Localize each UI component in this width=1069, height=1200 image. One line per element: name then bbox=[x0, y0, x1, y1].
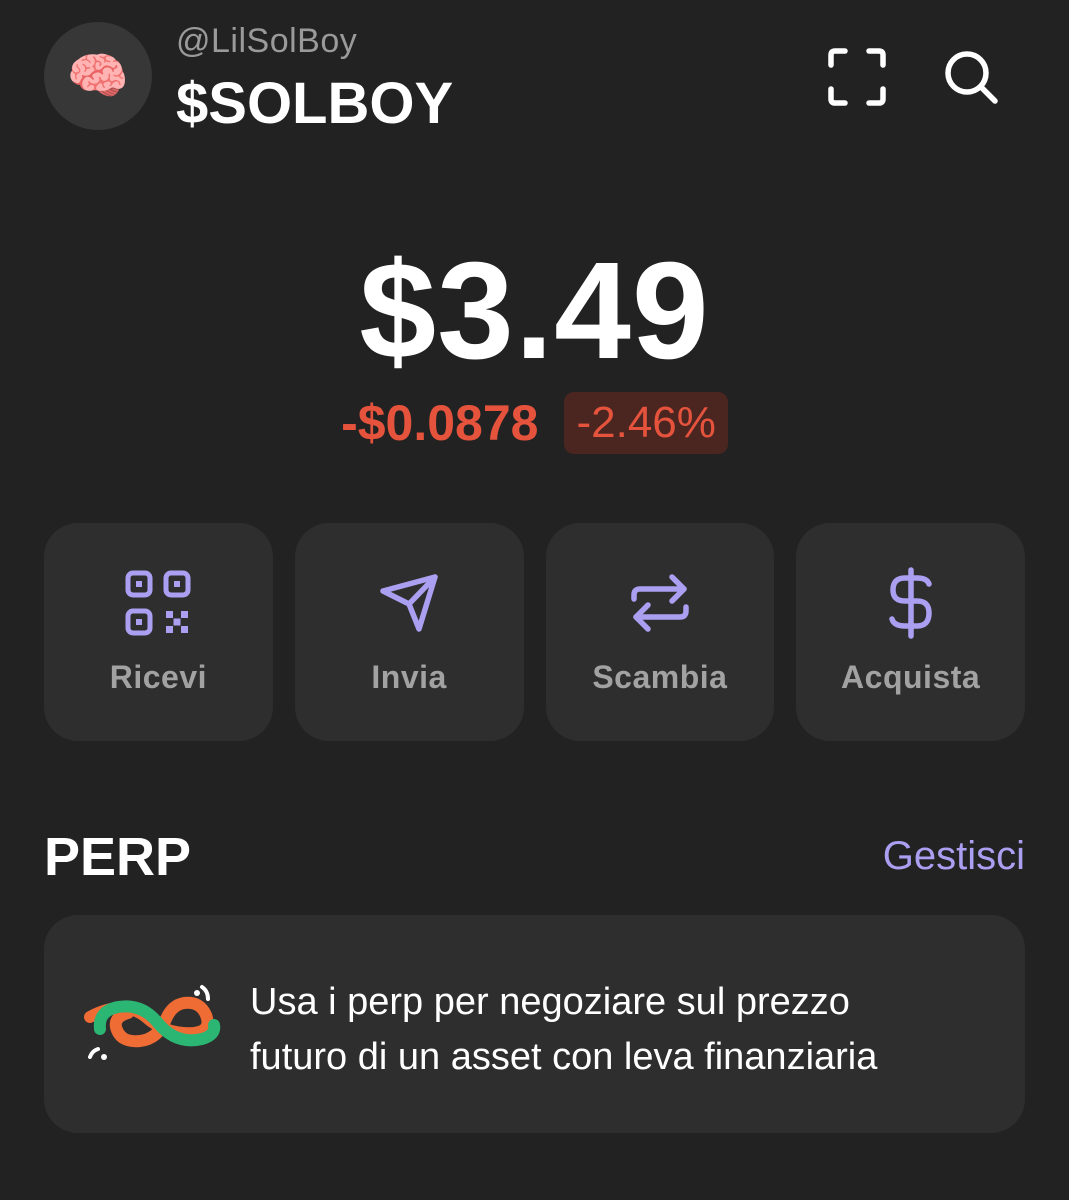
avatar[interactable]: 🧠 bbox=[44, 22, 152, 130]
receive-button[interactable]: Ricevi bbox=[44, 523, 273, 741]
buy-label: Acquista bbox=[841, 659, 981, 695]
brain-emoji: 🧠 bbox=[66, 47, 130, 104]
change-percent-badge: -2.46% bbox=[564, 392, 728, 454]
scan-icon bbox=[828, 48, 886, 106]
change-amount: -$0.0878 bbox=[341, 395, 539, 451]
swap-icon bbox=[624, 567, 696, 639]
send-button[interactable]: Invia bbox=[294, 523, 524, 741]
qr-code-icon bbox=[122, 567, 194, 639]
header: 🧠 @LilSolBoy $SOLBOY bbox=[0, 0, 1069, 150]
send-label: Invia bbox=[371, 659, 447, 695]
perp-description: Usa i perp per negoziare sul prezzo futu… bbox=[250, 975, 990, 1085]
perp-logo-icon bbox=[84, 985, 221, 1060]
send-icon bbox=[373, 567, 445, 639]
search-icon bbox=[945, 51, 998, 104]
swap-button[interactable]: Scambia bbox=[545, 523, 775, 741]
perp-description-line-1: Usa i perp per negoziare sul prezzo bbox=[250, 981, 850, 1023]
account-handle[interactable]: @LilSolBoy bbox=[176, 22, 357, 61]
perp-info-card[interactable]: Usa i perp per negoziare sul prezzo futu… bbox=[44, 915, 1025, 1133]
buy-button[interactable]: Acquista bbox=[796, 523, 1025, 741]
perp-section-title: PERP bbox=[44, 827, 192, 887]
perp-description-line-2: futuro di un asset con leva finanziaria bbox=[250, 1036, 878, 1078]
scan-button[interactable] bbox=[820, 40, 894, 114]
search-button[interactable] bbox=[934, 40, 1008, 114]
action-buttons: Ricevi Invia Scambia Acquista bbox=[44, 523, 1025, 741]
balance-change: -$0.0878 -2.46% bbox=[0, 392, 1069, 454]
balance-value: $3.49 bbox=[359, 234, 710, 388]
receive-label: Ricevi bbox=[109, 659, 208, 695]
manage-link[interactable]: Gestisci bbox=[883, 834, 1025, 879]
dollar-icon bbox=[875, 567, 947, 639]
swap-label: Scambia bbox=[592, 659, 728, 695]
account-name[interactable]: $SOLBOY bbox=[176, 70, 453, 137]
